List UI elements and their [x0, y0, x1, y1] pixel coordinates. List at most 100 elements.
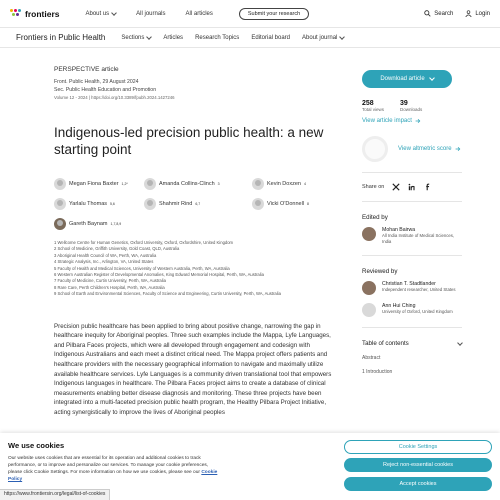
login-label: Login — [475, 10, 490, 17]
logo-text: frontiers — [25, 8, 60, 19]
author-name: Megan Fiona Baxter — [69, 181, 119, 187]
table-of-contents-toggle[interactable]: Table of contents — [362, 339, 463, 347]
reviewer-affiliation: Independent researcher, United States — [382, 287, 456, 292]
altmetric-block: View altmetric score — [362, 136, 462, 162]
author-item[interactable]: Kevin Doxzen 4 — [252, 178, 336, 190]
journal-title[interactable]: Frontiers in Public Health — [16, 33, 105, 42]
author-item[interactable]: Amanda Collins-Clinch 3 — [144, 178, 252, 190]
reviewer-card[interactable]: Ann Hui Ching University of Oxford, Unit… — [362, 303, 462, 317]
nav-about-us-label: About us — [85, 10, 110, 17]
divider — [362, 327, 462, 328]
nav-all-articles[interactable]: All articles — [186, 11, 213, 17]
share-label: Share on — [362, 184, 385, 190]
journal-nav-sections[interactable]: Sections — [121, 33, 153, 41]
view-altmetric-link[interactable]: View altmetric score — [398, 146, 461, 152]
article-sidebar: Download article 258 Total views 39 Down… — [362, 58, 463, 375]
cookie-title: We use cookies — [8, 441, 65, 450]
article-main: PERSPECTIVE article Front. Public Health… — [54, 58, 336, 418]
reviewed-by-title: Reviewed by — [362, 268, 398, 275]
author-name: Yarlalu Thomas — [69, 201, 108, 207]
author-affiliation-ref: 8 — [307, 202, 309, 206]
author-affiliation-ref: 3 — [217, 182, 220, 186]
arrow-right-icon — [415, 118, 421, 124]
journal-nav-sections-label: Sections — [121, 34, 145, 41]
author-list: Megan Fiona Baxter 1,2* Amanda Collins-Cl… — [54, 178, 336, 230]
toc-item-abstract[interactable]: Abstract — [362, 355, 462, 361]
avatar — [54, 218, 66, 230]
author-item[interactable]: Shahmir Rind 6,7 — [144, 198, 252, 210]
section-line[interactable]: Sec. Public Health Education and Promoti… — [54, 86, 336, 94]
downloads-stat: 39 Downloads — [400, 100, 422, 112]
accept-cookies-button[interactable]: Accept cookies — [344, 477, 492, 491]
cookie-settings-button[interactable]: Cookie Settings — [344, 440, 492, 454]
abstract-text: Precision public healthcare has been app… — [54, 322, 332, 416]
editor-card[interactable]: Mohan Bairwa All India Institute of Medi… — [362, 227, 462, 245]
arrow-right-icon — [455, 146, 460, 152]
article-type: PERSPECTIVE article — [54, 66, 119, 73]
search-button[interactable]: Search — [424, 10, 453, 17]
affiliation-item: 9 School of Earth and Environmental Scie… — [54, 291, 281, 297]
volume-doi-line[interactable]: Volume 12 - 2024 | https://doi.org/10.33… — [54, 94, 336, 102]
download-article-label: Download article — [380, 76, 425, 82]
journal-nav-research-topics[interactable]: Research Topics — [195, 35, 239, 41]
edited-by-title: Edited by — [362, 214, 388, 221]
share-bar: Share on — [362, 183, 462, 191]
author-item[interactable]: Gareth Baynam 1,7,8,9 — [54, 218, 144, 230]
toc-item-introduction[interactable]: 1 Introduction — [362, 369, 462, 375]
author-item[interactable]: Vicki O'Donnell 8 — [252, 198, 336, 210]
search-label: Search — [434, 10, 454, 17]
author-affiliation-ref: 4 — [303, 182, 306, 186]
author-item[interactable]: Megan Fiona Baxter 1,2* — [54, 178, 144, 190]
cookie-description: Our website uses cookies that are essent… — [8, 456, 209, 475]
linkedin-icon[interactable] — [408, 183, 416, 191]
reviewer-card[interactable]: Christian T. Stadtlander Independent res… — [362, 281, 462, 295]
article-title: Indigenous-led precision public health: … — [54, 125, 324, 157]
downloads-label: Downloads — [400, 107, 423, 112]
author-item[interactable]: Yarlalu Thomas 5,6 — [54, 198, 144, 210]
view-impact-link[interactable]: View article impact — [362, 118, 462, 124]
journal-navigation: Frontiers in Public Health Sections Arti… — [0, 28, 500, 48]
chevron-down-icon — [111, 9, 118, 16]
views-stat: 258 Total views — [362, 100, 384, 112]
views-label: Total views — [362, 107, 385, 112]
nav-about-us[interactable]: About us — [85, 9, 118, 17]
author-name: Amanda Collins-Clinch — [159, 181, 215, 187]
nav-all-journals[interactable]: All journals — [136, 11, 165, 17]
avatar — [252, 178, 264, 190]
avatar — [362, 227, 376, 241]
author-name: Kevin Doxzen — [267, 181, 301, 187]
article-stats: 258 Total views 39 Downloads — [362, 100, 462, 112]
x-twitter-icon[interactable] — [392, 183, 400, 191]
divider — [362, 255, 462, 256]
download-article-button[interactable]: Download article — [362, 70, 452, 88]
journal-nav-about-journal[interactable]: About journal — [302, 33, 346, 41]
avatar — [54, 178, 66, 190]
status-bar-url: https://www.frontiersin.org/legal/list-o… — [0, 489, 111, 500]
chevron-down-icon — [457, 339, 463, 346]
altmetric-badge[interactable] — [362, 136, 388, 162]
avatar — [144, 198, 156, 210]
views-count: 258 — [362, 100, 374, 107]
frontiers-logo[interactable]: frontiers — [10, 8, 60, 19]
downloads-count: 39 — [400, 100, 408, 107]
facebook-icon[interactable] — [424, 183, 432, 191]
author-name: Shahmir Rind — [159, 201, 193, 207]
reviewer-affiliation: University of Oxford, United Kingdom — [382, 309, 453, 314]
article-meta: Front. Public Health, 29 August 2024 Sec… — [54, 78, 336, 102]
divider — [362, 201, 462, 202]
journal-line: Front. Public Health, 29 August 2024 — [54, 79, 139, 85]
author-affiliation-ref: 1,7,8,9 — [110, 222, 122, 226]
reject-cookies-button[interactable]: Reject non-essential cookies — [344, 458, 492, 472]
top-navigation: frontiers About us All journals All arti… — [0, 0, 500, 28]
author-affiliation-ref: 5,6 — [110, 202, 115, 206]
login-button[interactable]: Login — [465, 10, 490, 17]
journal-nav-articles[interactable]: Articles — [163, 35, 183, 41]
submit-research-button[interactable]: Submit your research — [238, 7, 310, 20]
avatar — [144, 178, 156, 190]
chevron-down-icon — [339, 33, 346, 40]
avatar — [54, 198, 66, 210]
journal-nav-editorial-board[interactable]: Editorial board — [251, 35, 290, 41]
user-icon — [465, 10, 472, 17]
avatar — [252, 198, 264, 210]
toc-title: Table of contents — [362, 340, 409, 347]
